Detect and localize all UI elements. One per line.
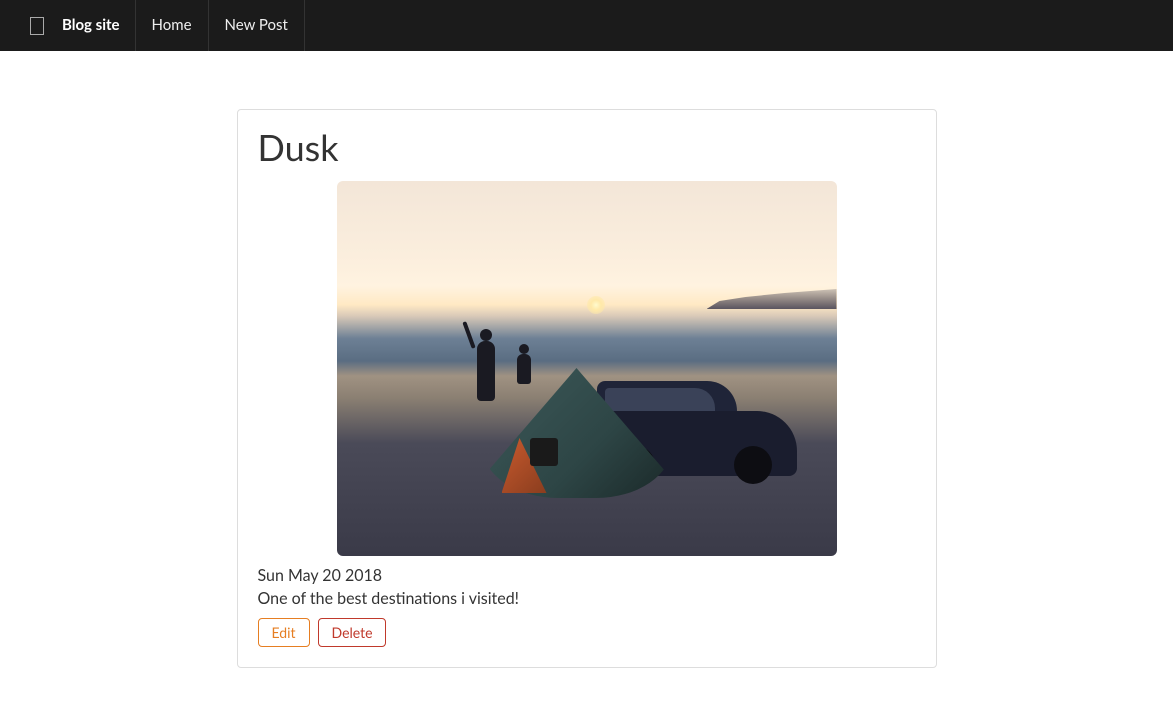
navbar-brand: Blog site (62, 0, 120, 51)
nav-new-post[interactable]: New Post (209, 0, 305, 51)
tent-graphic (482, 358, 672, 498)
mountains-graphic (707, 289, 837, 309)
sun-graphic (587, 296, 605, 314)
person1-graphic (477, 341, 495, 401)
post-card: Dusk (237, 109, 937, 668)
post-actions: Edit Delete (258, 618, 916, 647)
post-title: Dusk (258, 125, 916, 169)
nav-home[interactable]: Home (136, 0, 209, 51)
person2-graphic (517, 354, 531, 384)
post-date: Sun May 20 2018 (258, 566, 916, 585)
navbar: Blog site Home New Post (0, 0, 1173, 51)
post-image-wrap (258, 181, 916, 556)
delete-button[interactable]: Delete (318, 618, 387, 647)
navbar-brand-wrap[interactable]: Blog site (30, 0, 136, 51)
post-description: One of the best destinations i visited! (258, 589, 916, 608)
edit-button[interactable]: Edit (258, 618, 310, 647)
post-image (337, 181, 837, 556)
logo-icon (30, 17, 44, 35)
main-container: Dusk (237, 109, 937, 668)
